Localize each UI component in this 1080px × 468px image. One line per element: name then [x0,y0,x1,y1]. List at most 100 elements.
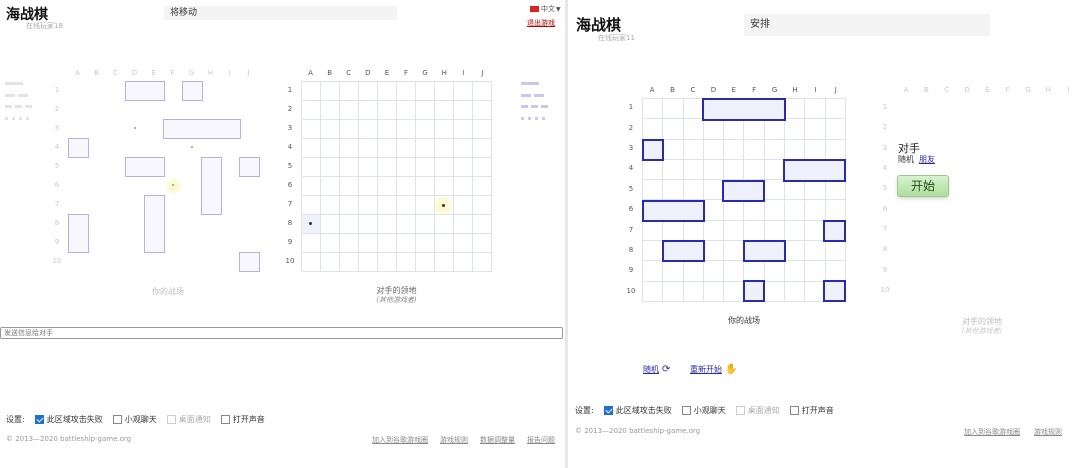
board-cell[interactable] [340,158,359,177]
board-cell[interactable] [321,253,340,272]
board-cell[interactable] [302,158,321,177]
board-cell[interactable] [473,82,492,101]
board-cell[interactable] [764,281,786,302]
board-cell[interactable] [663,281,684,302]
board-cell[interactable] [302,253,321,272]
random-button[interactable]: 随机 ⟳ [643,364,670,375]
board-cell[interactable] [663,261,684,282]
friend-link[interactable]: 朋友 [919,154,935,165]
enemy-board[interactable] [301,81,492,272]
board-cell[interactable] [663,159,684,181]
board-cell[interactable] [473,158,492,177]
board-cell[interactable] [397,177,416,196]
board-cell[interactable] [321,120,340,139]
board-cell[interactable] [454,139,473,158]
board-cell[interactable] [359,215,378,234]
setting-checkbox[interactable]: 打开声音 [220,414,265,425]
board-cell[interactable] [302,101,321,120]
board-cell[interactable] [454,82,473,101]
setting-checkbox[interactable]: 此区域攻击失败 [34,414,103,425]
board-cell[interactable] [302,82,321,101]
board-cell[interactable] [435,139,454,158]
board-cell[interactable] [724,220,745,242]
board-cell[interactable] [663,99,684,120]
board-cell[interactable] [473,139,492,158]
board-cell[interactable] [454,253,473,272]
board-cell[interactable] [764,220,786,242]
board-cell[interactable] [764,200,786,221]
board-cell[interactable] [416,215,435,234]
board-cell[interactable] [359,158,378,177]
board-cell[interactable] [643,180,664,201]
board-cell[interactable] [643,159,664,181]
board-cell[interactable] [416,139,435,158]
board-cell[interactable] [397,158,416,177]
board-cell[interactable] [435,120,454,139]
board-cell[interactable] [359,101,378,120]
board-cell[interactable] [643,99,664,120]
board-cell[interactable] [825,180,846,201]
ship[interactable] [823,220,846,242]
ship[interactable] [823,280,846,302]
board-cell[interactable] [321,215,340,234]
board-cell[interactable] [825,241,846,262]
board-cell[interactable] [454,215,473,234]
board-cell[interactable] [473,101,492,120]
board-cell[interactable] [764,139,786,160]
board-cell[interactable] [744,139,765,160]
setting-checkbox[interactable]: 小观聊天 [112,414,157,425]
board-cell[interactable] [703,119,725,140]
board-cell[interactable] [340,196,359,215]
board-cell[interactable] [825,119,846,140]
board-cell[interactable] [302,196,321,215]
board-cell[interactable] [378,82,397,101]
board-cell[interactable] [378,196,397,215]
setting-checkbox[interactable]: 打开声音 [789,405,834,416]
board-cell[interactable] [397,196,416,215]
board-cell[interactable] [825,139,846,160]
board-cell[interactable] [825,200,846,221]
board-cell[interactable] [683,119,704,140]
board-cell[interactable] [683,180,704,201]
board-cell[interactable] [340,120,359,139]
board-cell[interactable] [805,139,826,160]
board-cell[interactable] [378,253,397,272]
board-cell[interactable] [435,215,454,234]
footer-link[interactable]: 加入到谷歌游戏圈 [964,427,1020,437]
setting-checkbox[interactable]: 小观聊天 [681,405,726,416]
board-cell[interactable] [340,234,359,253]
ship[interactable] [743,280,765,302]
board-cell[interactable] [825,261,846,282]
board-cell[interactable] [703,200,725,221]
language-selector[interactable]: 中文 ▼ [530,4,561,14]
board-cell[interactable] [397,253,416,272]
board-cell[interactable] [764,261,786,282]
board-cell[interactable] [454,120,473,139]
board-cell[interactable] [416,158,435,177]
board-cell[interactable] [416,253,435,272]
board-cell[interactable] [703,159,725,181]
board-cell[interactable] [663,220,684,242]
footer-link[interactable]: 游戏规则 [1034,427,1062,437]
board-cell[interactable] [397,139,416,158]
board-cell[interactable] [340,139,359,158]
board-cell[interactable] [663,139,684,160]
board-cell[interactable] [473,234,492,253]
board-cell[interactable] [785,241,806,262]
board-cell[interactable] [703,241,725,262]
board-cell[interactable] [724,139,745,160]
board-cell[interactable] [435,234,454,253]
reset-button[interactable]: 重新开始 ✋ [690,364,737,375]
board-cell[interactable] [378,101,397,120]
board-cell[interactable] [473,215,492,234]
board-cell[interactable] [643,241,664,262]
board-cell[interactable] [805,180,826,201]
board-cell[interactable] [643,261,664,282]
board-cell[interactable] [359,120,378,139]
board-cell[interactable] [703,220,725,242]
board-cell[interactable] [805,119,826,140]
board-cell[interactable] [321,158,340,177]
board-cell[interactable] [643,220,664,242]
board-cell[interactable] [764,180,786,201]
board-cell[interactable] [785,119,806,140]
